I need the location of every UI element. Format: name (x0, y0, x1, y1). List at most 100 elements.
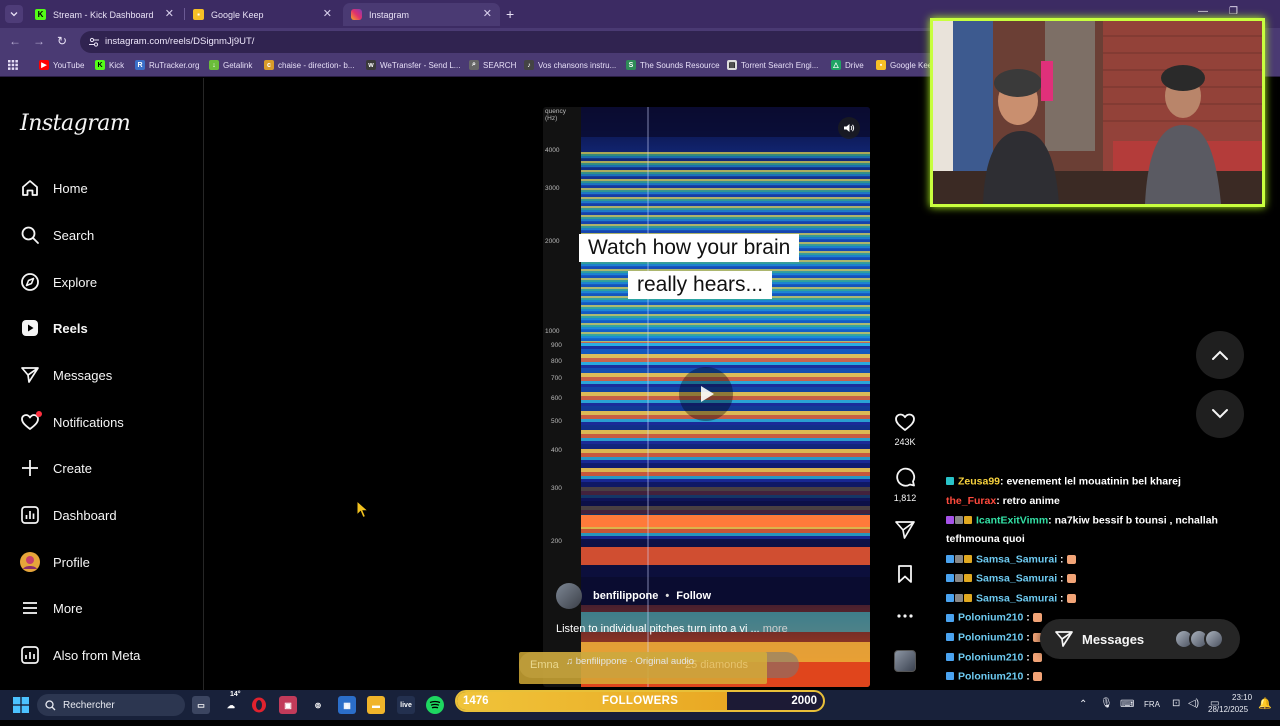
plus-icon (18, 456, 42, 480)
notification-bell-icon[interactable]: 🔔 (1258, 697, 1272, 710)
bookmark-getalink[interactable]: ↓ Getalink (209, 60, 252, 70)
badge-icon (946, 477, 954, 486)
sidebar-item-more[interactable]: More (18, 594, 188, 622)
bookmark-chaise[interactable]: c chaise - direction- b... (264, 60, 354, 70)
author-username[interactable]: benfilippone (593, 590, 658, 602)
tray-overflow-icon[interactable]: ⌃ (1079, 699, 1087, 710)
language-indicator[interactable]: FRA (1144, 700, 1160, 709)
clock-date[interactable]: 28/12/2025 (1208, 705, 1248, 714)
reel-video[interactable]: quency (Hz) 4000 3000 2000 1000 900 800 … (543, 107, 870, 687)
site-info-icon[interactable] (88, 36, 100, 48)
task-view-icon[interactable]: ▭ (192, 696, 210, 714)
bookmark-drive[interactable]: △ Drive (831, 60, 864, 70)
sidebar-item-search[interactable]: Search (18, 221, 188, 249)
settings-app-icon[interactable]: ⊚ (309, 696, 327, 714)
sidebar-item-label: Messages (53, 367, 113, 383)
close-icon[interactable]: ✕ (323, 7, 332, 20)
like-action[interactable]: 243K (892, 412, 918, 447)
tab-search-button[interactable] (5, 5, 23, 23)
messages-pill[interactable]: Messages (1040, 619, 1240, 659)
taskbar-search[interactable]: Rechercher (37, 694, 185, 716)
image-app-icon[interactable]: ▦ (338, 696, 356, 714)
network-icon[interactable]: ⊡ (1172, 698, 1180, 709)
reel-caption-line-1: Watch how your brain (579, 234, 800, 262)
bookmark-google-keep[interactable]: ▪ Google Keep (876, 60, 937, 70)
bookmark-sounds-resource[interactable]: S The Sounds Resource (626, 60, 720, 70)
next-reel-button[interactable] (1196, 390, 1244, 438)
sidebar-item-dashboard[interactable]: Dashboard (18, 501, 188, 529)
emote-icon (1066, 574, 1076, 584)
tab-kick-dashboard[interactable]: K Stream - Kick Dashboard ✕ (27, 3, 182, 26)
weather-icon[interactable]: ☁ 14° (222, 691, 241, 714)
tab-instagram[interactable]: Instagram ✕ (343, 3, 500, 26)
share-action[interactable] (892, 520, 918, 540)
sidebar-item-notifications[interactable]: Notifications (18, 408, 188, 436)
sidebar-item-explore[interactable]: Explore (18, 268, 188, 296)
reel-audio[interactable]: ♫ benfilippone · Original audio (566, 656, 694, 667)
previous-reel-button[interactable] (1196, 331, 1244, 379)
forward-icon[interactable]: → (33, 34, 45, 48)
chat-message: Samsa_Samurai : (946, 569, 1246, 589)
chat-username: Polonium210 (958, 631, 1024, 644)
play-button[interactable] (679, 367, 733, 421)
bookmark-search[interactable]: ⌕ SEARCH (469, 60, 516, 70)
chat-username: Zeusa99 (958, 475, 1001, 488)
windows-start-icon[interactable] (12, 696, 30, 714)
chat-username: Samsa_Samurai (976, 592, 1058, 605)
meta-icon (18, 643, 42, 667)
comment-action[interactable]: 1,812 (892, 466, 918, 503)
file-explorer-icon[interactable]: ▬ (367, 696, 385, 714)
more-link[interactable]: more (763, 623, 788, 635)
chat-badges (946, 569, 973, 588)
back-icon[interactable]: ← (9, 34, 21, 48)
tab-title: Instagram (369, 9, 410, 20)
more-options-action[interactable] (892, 608, 918, 624)
apps-icon[interactable] (8, 60, 18, 70)
chat-username: IcantExitVimm (976, 514, 1049, 527)
audio-thumbnail[interactable] (894, 650, 916, 672)
microphone-icon[interactable]: 🎙 (1100, 698, 1113, 709)
bookmark-wetransfer[interactable]: w WeTransfer - Send L... (366, 60, 460, 70)
dashboard-icon (18, 503, 42, 527)
sidebar-item-reels[interactable]: Reels (18, 314, 188, 342)
save-action[interactable] (892, 564, 918, 584)
maximize-icon[interactable]: ❐ (1229, 6, 1238, 17)
notification-dot (36, 411, 42, 417)
tab-google-keep[interactable]: ▪ Google Keep ✕ (185, 3, 340, 26)
chat-message: Zeusa99: evenement lel mouatinin bel kha… (946, 472, 1246, 492)
close-icon[interactable]: ✕ (483, 7, 492, 20)
bookmark-torrent[interactable]: ▤ Torrent Search Engi... (727, 60, 818, 70)
close-icon[interactable]: ✕ (165, 7, 174, 20)
sidebar-item-home[interactable]: Home (18, 174, 188, 202)
chat-text: : na7kiw bessif b tounsi , nchallah (1048, 514, 1218, 527)
sidebar-item-profile[interactable]: Profile (18, 548, 188, 576)
instagram-logo[interactable]: Instagram (20, 111, 131, 136)
sidebar-item-create[interactable]: Create (18, 454, 188, 482)
live-app-icon[interactable]: live (397, 696, 415, 714)
badge-icon (946, 633, 954, 642)
mute-button[interactable] (838, 117, 860, 139)
bookmark-chansons[interactable]: ♪ Vos chansons instru... (524, 60, 616, 70)
spotify-icon[interactable] (426, 696, 444, 714)
new-tab-button[interactable]: + (506, 6, 514, 22)
sidebar-item-label: Home (53, 180, 88, 196)
chat-text: : (1023, 670, 1030, 683)
reload-icon[interactable]: ↻ (57, 34, 67, 48)
music-note-icon: ♫ (566, 656, 576, 667)
chat-username: Samsa_Samurai (976, 572, 1058, 585)
sidebar-item-also-from-meta[interactable]: Also from Meta (18, 641, 188, 669)
author-avatar[interactable] (556, 583, 582, 609)
bookmark-rutracker[interactable]: R RuTracker.org (135, 60, 199, 70)
sidebar-item-messages[interactable]: Messages (18, 361, 188, 389)
app-icon[interactable]: ▣ (279, 696, 297, 714)
keyboard-icon[interactable]: ⌨ (1120, 699, 1134, 710)
opera-icon[interactable] (250, 696, 268, 714)
follow-button[interactable]: Follow (676, 590, 711, 602)
bookmark-youtube[interactable]: ▶ YouTube (39, 60, 84, 70)
bookmark-kick[interactable]: K Kick (95, 60, 124, 70)
sidebar-item-label: Explore (53, 274, 98, 290)
minimize-icon[interactable]: — (1198, 6, 1208, 17)
volume-icon[interactable]: ◁) (1188, 698, 1199, 709)
clock-time[interactable]: 23:10 (1232, 693, 1252, 702)
axis-tick: 700 (551, 375, 562, 382)
